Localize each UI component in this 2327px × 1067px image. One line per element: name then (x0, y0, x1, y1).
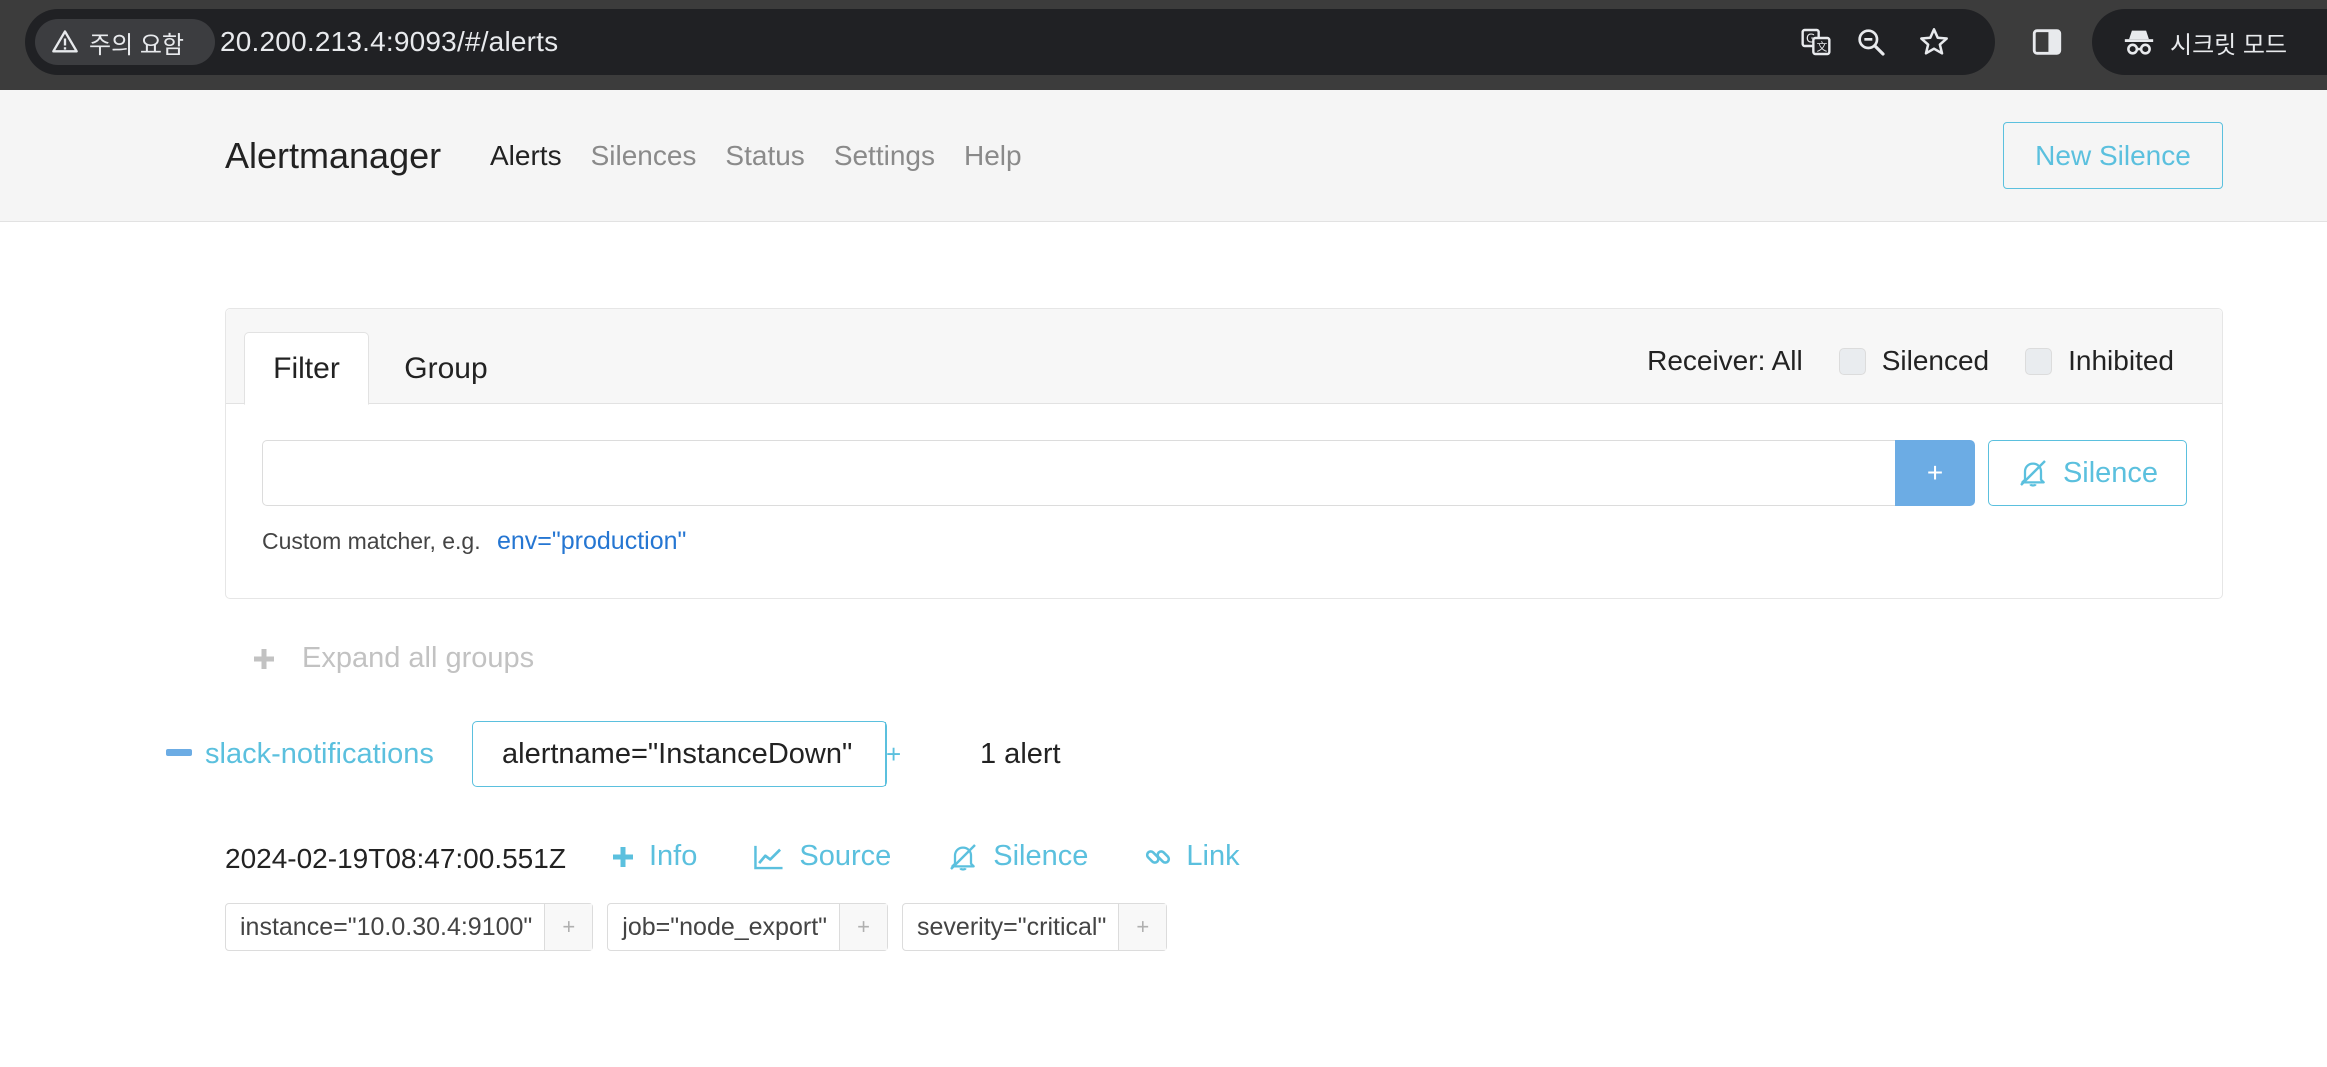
alert-actions: Info Source Silence Link (611, 840, 1240, 873)
alert-label-add-button[interactable]: + (1119, 904, 1167, 950)
nav-help[interactable]: Help (964, 140, 1022, 172)
zoom-icon[interactable] (1855, 26, 1887, 58)
nav-status[interactable]: Status (725, 140, 804, 172)
source-label: Source (799, 840, 892, 872)
group-label-text: alertname="InstanceDown" (473, 722, 886, 786)
alert-labels: instance="10.0.30.4:9100" + job="node_ex… (225, 903, 1168, 951)
alert-label-text: instance="10.0.30.4:9100" (226, 904, 546, 950)
filter-card: Filter Group Receiver: All Silenced Inhi… (225, 308, 2223, 599)
incognito-label: 시크릿 모드 (2170, 31, 2288, 59)
silenced-label: Silenced (1881, 345, 1990, 376)
collapse-group-icon[interactable] (166, 749, 192, 756)
incognito-indicator[interactable]: 시크릿 모드 (2092, 9, 2327, 75)
alert-label-add-button[interactable]: + (840, 904, 888, 950)
silenced-checkbox[interactable]: Silenced (1838, 345, 1990, 377)
alert-label: instance="10.0.30.4:9100" + (225, 903, 594, 951)
bell-slash-icon (2020, 460, 2046, 487)
svg-text:文: 文 (1817, 41, 1828, 54)
alert-label: job="node_export" + (607, 903, 889, 951)
group-receiver[interactable]: slack-notifications (205, 738, 434, 771)
receiver-selector[interactable]: Receiver: All (1647, 345, 1803, 377)
browser-toolbar: 주의 요함 20.200.213.4:9093/#/alerts G 文 시크릿… (0, 0, 2327, 90)
expand-all-label: Expand all groups (302, 642, 535, 674)
silence-filter-label: Silence (2062, 456, 2159, 489)
silence-filter-button[interactable]: Silence (1988, 440, 2187, 506)
line-chart-icon (754, 845, 783, 869)
url-text[interactable]: 20.200.213.4:9093/#/alerts (220, 9, 558, 75)
address-bar[interactable]: 주의 요함 20.200.213.4:9093/#/alerts G 文 (25, 9, 1995, 75)
silence-alert-button[interactable]: Silence (947, 840, 1088, 873)
inhibited-checkbox-box[interactable] (2025, 347, 2053, 375)
alert-label-text: job="node_export" (608, 904, 841, 950)
group-label-add-button[interactable]: + (886, 722, 901, 786)
nav-settings[interactable]: Settings (834, 140, 935, 172)
security-label: 주의 요함 (89, 31, 184, 59)
info-button[interactable]: Info (611, 840, 697, 873)
incognito-icon (2124, 30, 2154, 55)
inhibited-checkbox[interactable]: Inhibited (2025, 345, 2174, 377)
group-label-pill: alertname="InstanceDown" + (472, 721, 901, 787)
plus-icon (254, 648, 274, 669)
bookmark-star-icon[interactable] (1918, 26, 1950, 58)
app-navbar: Alertmanager Alerts Silences Status Sett… (0, 90, 2327, 222)
inhibited-label: Inhibited (2068, 345, 2174, 376)
matcher-input[interactable] (262, 440, 1899, 506)
expand-all-groups[interactable]: Expand all groups (252, 642, 534, 675)
link-label: Link (1186, 840, 1240, 872)
link-icon (1146, 849, 1171, 864)
matcher-hint: Custom matcher, e.g. env="production" (262, 527, 686, 556)
alert-label: severity="critical" + (902, 903, 1168, 951)
filter-options: Receiver: All Silenced Inhibited (1647, 345, 2174, 377)
info-label: Info (649, 840, 698, 872)
alert-label-text: severity="critical" (903, 904, 1120, 950)
link-button[interactable]: Link (1144, 840, 1240, 873)
brand-title[interactable]: Alertmanager (225, 135, 441, 177)
side-panel-icon[interactable] (2030, 25, 2064, 59)
security-indicator[interactable]: 주의 요함 (35, 19, 215, 65)
alert-timestamp: 2024-02-19T08:47:00.551Z (225, 843, 566, 874)
tab-filter[interactable]: Filter (244, 332, 369, 405)
nav-links: Alerts Silences Status Settings Help (490, 140, 1022, 172)
bell-slash-icon (950, 843, 977, 871)
add-matcher-button[interactable]: + (1895, 440, 1975, 506)
source-button[interactable]: Source (753, 840, 891, 873)
filter-card-header: Filter Group Receiver: All Silenced Inhi… (226, 309, 2222, 405)
translate-icon[interactable]: G 文 (1800, 26, 1832, 58)
silence-alert-label: Silence (993, 840, 1089, 872)
hint-text: Custom matcher, e.g. (262, 528, 481, 554)
nav-alerts[interactable]: Alerts (490, 140, 562, 172)
tab-group[interactable]: Group (386, 332, 506, 405)
nav-silences[interactable]: Silences (591, 140, 697, 172)
warning-icon (52, 30, 78, 53)
group-alert-count: 1 alert (980, 738, 1061, 770)
plus-icon (613, 846, 633, 867)
alert-label-add-button[interactable]: + (545, 904, 593, 950)
hint-example[interactable]: env="production" (497, 527, 686, 555)
new-silence-button[interactable]: New Silence (2003, 122, 2223, 189)
silenced-checkbox-box[interactable] (1838, 347, 1866, 375)
